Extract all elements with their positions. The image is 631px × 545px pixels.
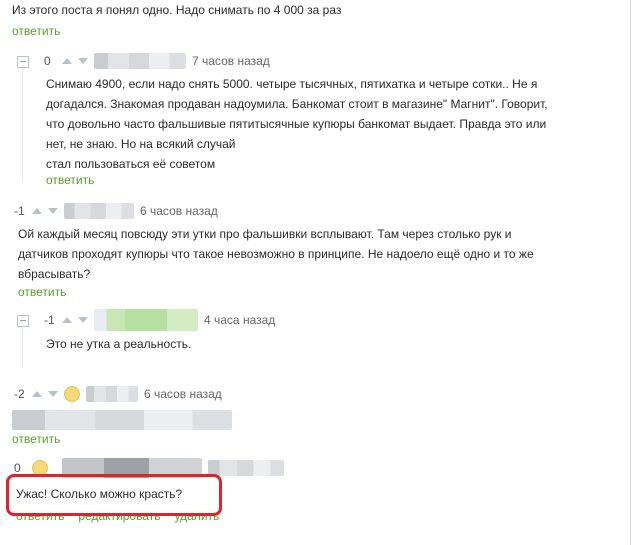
avatar[interactable] [64, 386, 80, 402]
meta-redacted [208, 460, 284, 476]
thread-line [22, 70, 23, 180]
reply-link[interactable]: ответить [46, 173, 94, 187]
thread-line [22, 328, 23, 368]
comment-score: 0 [14, 461, 21, 475]
upvote-icon[interactable] [62, 317, 72, 323]
collapse-toggle-icon[interactable] [17, 56, 29, 68]
comment-text-redacted [12, 410, 232, 430]
comment-line: нет, не знаю. Но на всякий случай [46, 137, 236, 151]
username-redacted[interactable] [64, 203, 134, 219]
comment-score: -1 [14, 204, 25, 218]
comment-text: Это не утка а реальность. [46, 337, 192, 351]
comment-time: 7 часов назад [192, 54, 270, 68]
reply-link[interactable]: ответить [18, 285, 66, 299]
comment-time: 4 часа назад [204, 313, 276, 327]
comment-line: догадался. Знакомая продаван надоумила. … [46, 97, 548, 111]
comment-meta: -2 6 часов назад [14, 386, 222, 402]
comment-score: -1 [44, 313, 55, 327]
comment-line: стал пользоваться её советом [46, 157, 216, 171]
comment-line: Ой каждый месяц повсюду эти утки про фал… [18, 227, 512, 241]
comment-score: 0 [44, 54, 51, 68]
comment-meta: -1 6 часов назад [14, 203, 218, 219]
comment-meta: -1 4 часа назад [44, 309, 276, 331]
red-highlight-box [6, 474, 222, 516]
comment-line: Снимаю 4900, если надо снять 5000. четыр… [46, 77, 538, 91]
downvote-icon[interactable] [48, 391, 58, 397]
upvote-icon[interactable] [32, 391, 42, 397]
comment-text: Из этого поста я понял одно. Надо снимат… [12, 3, 342, 17]
downvote-icon[interactable] [48, 208, 58, 214]
downvote-icon[interactable] [78, 58, 88, 64]
username-redacted[interactable] [94, 309, 198, 331]
comment-body: Снимаю 4900, если надо снять 5000. четыр… [46, 74, 548, 174]
comment-score: -2 [14, 387, 25, 401]
collapse-toggle-icon[interactable] [17, 315, 29, 327]
username-redacted[interactable] [94, 53, 186, 69]
comment-meta: 0 7 часов назад [44, 53, 270, 69]
username-redacted[interactable] [86, 386, 138, 402]
downvote-icon[interactable] [78, 317, 88, 323]
comment-line: датчиков проходят купюры что такое невоз… [18, 247, 534, 261]
comment-body: Ой каждый месяц повсюду эти утки про фал… [18, 224, 534, 284]
upvote-icon[interactable] [62, 58, 72, 64]
reply-link[interactable]: ответить [12, 24, 60, 38]
comment-time: 6 часов назад [140, 204, 218, 218]
upvote-icon[interactable] [32, 208, 42, 214]
comment-line: вбрасывать? [18, 267, 91, 281]
comment-time: 6 часов назад [144, 387, 222, 401]
reply-link[interactable]: ответить [12, 432, 60, 446]
comment-line: что довольно часто фальшивые пятитысячны… [46, 117, 547, 131]
